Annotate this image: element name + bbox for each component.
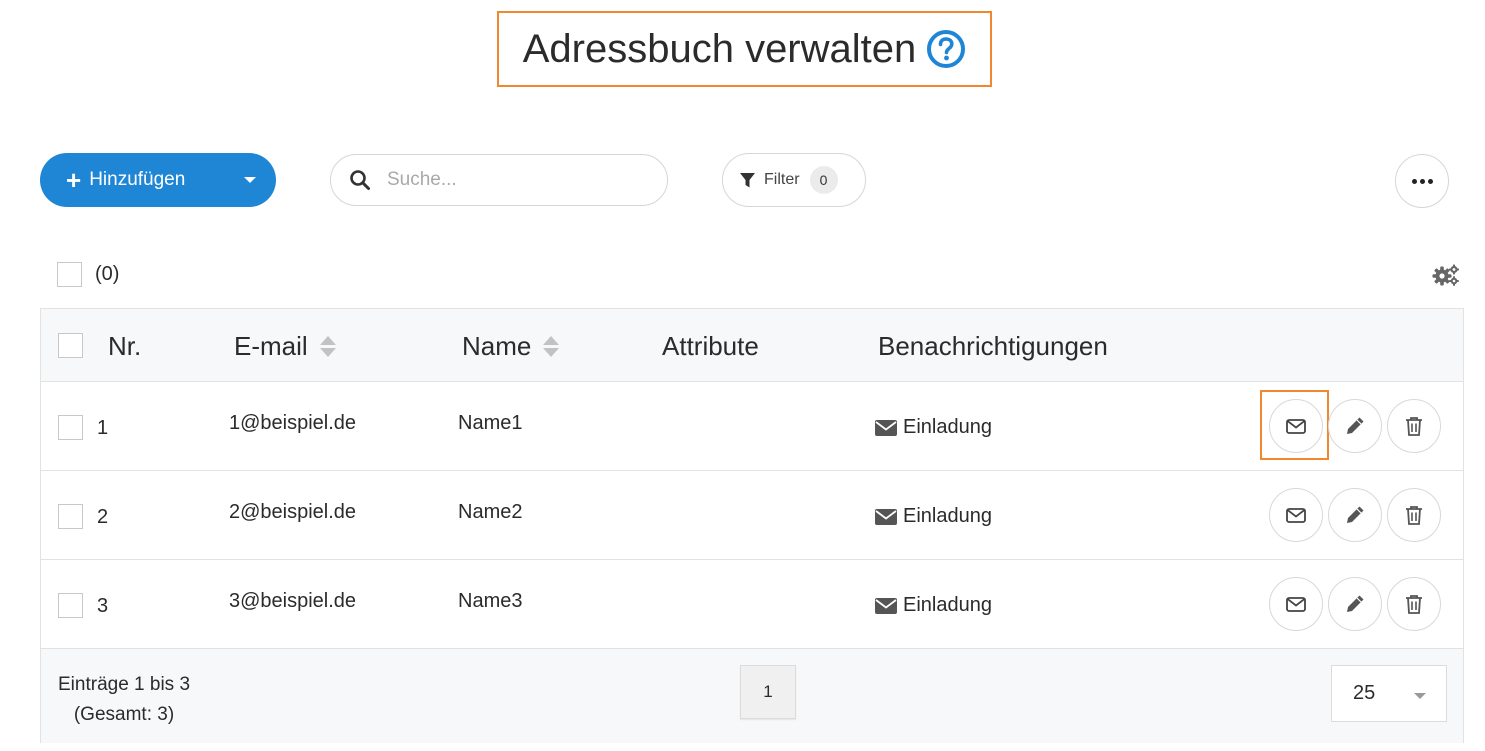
table-header: Nr. E-mail Name Attribute Benachrichtigu…	[41, 309, 1463, 382]
gears-icon[interactable]	[1432, 264, 1460, 286]
notification-label: Einladung	[903, 416, 992, 438]
row-email: 2@beispiel.de	[229, 501, 357, 523]
search-input[interactable]	[387, 169, 627, 191]
row-email: 1@beispiel.de	[229, 412, 357, 434]
add-button-label: Hinzufügen	[89, 169, 186, 190]
page-title-frame: Adressbuch verwalten	[497, 11, 992, 87]
filter-icon	[740, 172, 755, 187]
search-icon	[350, 170, 370, 190]
page-size-value: 25	[1353, 682, 1376, 704]
table-footer: Einträge 1 bis 3 (Gesamt: 3) 1 25	[41, 649, 1463, 743]
column-attribute: Attribute	[662, 331, 759, 361]
column-email-label: E-mail	[234, 331, 308, 361]
ellipsis-icon	[1419, 178, 1425, 184]
table-row: 3 3@beispiel.de Name3 Einladung	[41, 560, 1463, 649]
chevron-down-icon	[1414, 693, 1426, 699]
trash-icon	[1406, 506, 1422, 525]
row-email: 3@beispiel.de	[229, 590, 357, 612]
filter-count-badge: 0	[809, 166, 838, 194]
pagination-page-1[interactable]: 1	[740, 665, 796, 719]
search-box	[330, 154, 668, 206]
delete-button[interactable]	[1387, 399, 1441, 453]
page-title: Adressbuch verwalten	[522, 26, 917, 71]
row-checkbox[interactable]	[58, 504, 83, 529]
row-notification: Einladung	[875, 594, 992, 617]
selected-count: (0)	[95, 263, 120, 285]
chevron-down-icon[interactable]	[244, 177, 256, 183]
send-email-button[interactable]	[1269, 488, 1323, 542]
entries-range: Einträge 1 bis 3	[58, 674, 191, 695]
column-name-label: Name	[462, 331, 532, 361]
delete-button[interactable]	[1387, 488, 1441, 542]
column-email[interactable]: E-mail	[234, 331, 336, 362]
envelope-icon	[875, 508, 897, 525]
table-row: 2 2@beispiel.de Name2 Einladung	[41, 471, 1463, 560]
envelope-icon	[875, 597, 897, 614]
column-notifications: Benachrichtigungen	[878, 331, 1108, 361]
row-nr: 3	[97, 595, 109, 617]
row-name: Name1	[458, 412, 523, 434]
entries-info: Einträge 1 bis 3 (Gesamt: 3)	[58, 670, 190, 730]
sort-icon[interactable]	[543, 336, 560, 357]
envelope-outline-icon	[1286, 597, 1306, 612]
column-nr: Nr.	[108, 331, 142, 361]
row-name: Name3	[458, 590, 523, 612]
row-notification: Einladung	[875, 505, 992, 528]
row-checkbox[interactable]	[58, 415, 83, 440]
filter-button[interactable]: Filter 0	[722, 153, 866, 207]
envelope-outline-icon	[1286, 508, 1306, 523]
more-options-button[interactable]	[1395, 154, 1449, 208]
filter-label: Filter	[764, 171, 800, 188]
pencil-icon	[1347, 595, 1364, 612]
trash-icon	[1406, 417, 1422, 436]
question-circle-icon[interactable]	[926, 29, 966, 69]
edit-button[interactable]	[1328, 577, 1382, 631]
entries-total: (Gesamt: 3)	[73, 704, 175, 725]
row-name: Name2	[458, 501, 523, 523]
edit-button[interactable]	[1328, 488, 1382, 542]
row-notification: Einladung	[875, 416, 992, 439]
address-table: Nr. E-mail Name Attribute Benachrichtigu…	[40, 308, 1464, 743]
envelope-outline-icon	[1286, 419, 1306, 434]
ellipsis-icon	[1427, 178, 1433, 184]
notification-label: Einladung	[903, 594, 992, 616]
notification-label: Einladung	[903, 505, 992, 527]
header-checkbox[interactable]	[58, 333, 83, 358]
add-button[interactable]: + Hinzufügen	[40, 153, 276, 207]
select-all-checkbox[interactable]	[57, 262, 82, 287]
row-nr: 2	[97, 506, 109, 528]
edit-button[interactable]	[1328, 399, 1382, 453]
delete-button[interactable]	[1387, 577, 1441, 631]
table-row: 1 1@beispiel.de Name1 Einladung	[41, 382, 1463, 471]
pencil-icon	[1347, 417, 1364, 434]
sort-icon[interactable]	[319, 336, 336, 357]
row-nr: 1	[97, 417, 109, 439]
column-name[interactable]: Name	[462, 331, 560, 362]
plus-icon: +	[66, 165, 82, 195]
trash-icon	[1406, 595, 1422, 614]
send-email-button[interactable]	[1269, 399, 1323, 453]
row-checkbox[interactable]	[58, 593, 83, 618]
toolbar: + Hinzufügen Filter 0	[40, 153, 1449, 208]
pencil-icon	[1347, 506, 1364, 523]
select-all-bar: (0)	[57, 262, 119, 287]
envelope-icon	[875, 419, 897, 436]
ellipsis-icon	[1411, 178, 1417, 184]
send-email-button[interactable]	[1269, 577, 1323, 631]
page-size-select[interactable]: 25	[1331, 665, 1447, 722]
